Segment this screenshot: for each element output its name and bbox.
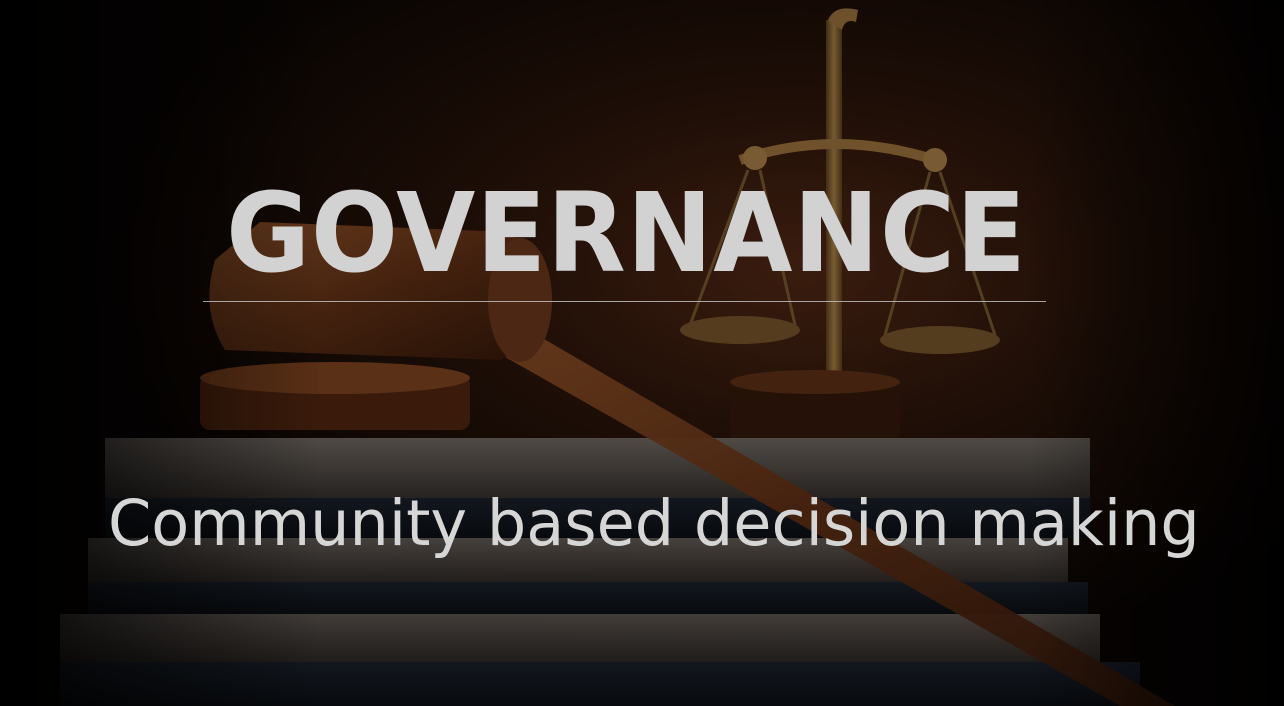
page-title: GOVERNANCE (226, 169, 1027, 297)
page-subtitle: Community based decision making (107, 487, 1200, 560)
title-divider (203, 301, 1046, 302)
governance-hero: GOVERNANCE Community based decision maki… (0, 0, 1284, 706)
background-image (0, 0, 1284, 706)
